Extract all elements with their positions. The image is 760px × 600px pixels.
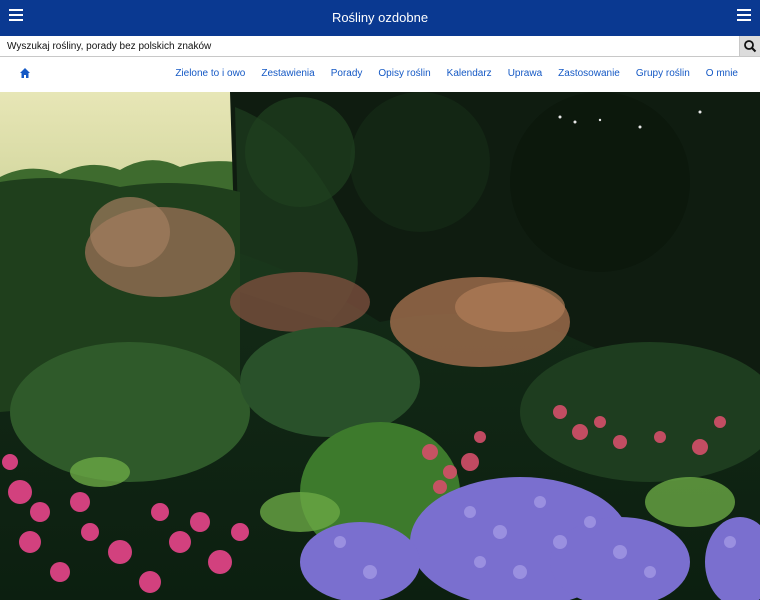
nav-item-opisy-roslin[interactable]: Opisy roślin xyxy=(378,68,430,79)
nav-item-zastosowanie[interactable]: Zastosowanie xyxy=(558,68,620,79)
search-bar xyxy=(0,36,760,57)
hamburger-menu-icon[interactable] xyxy=(737,9,751,21)
nav-item-porady[interactable]: Porady xyxy=(331,68,363,79)
nav-item-o-mnie[interactable]: O mnie xyxy=(706,68,738,79)
nav-item-zestawienia[interactable]: Zestawienia xyxy=(261,68,314,79)
nav-item-kalendarz[interactable]: Kalendarz xyxy=(447,68,492,79)
nav-item-zielone[interactable]: Zielone to i owo xyxy=(175,68,245,79)
hero-garden-image xyxy=(0,92,760,600)
search-input[interactable] xyxy=(0,36,739,56)
search-button[interactable] xyxy=(739,36,760,56)
nav-item-grupy-roslin[interactable]: Grupy roślin xyxy=(636,68,690,79)
garden-photo xyxy=(0,92,760,600)
site-title[interactable]: Rośliny ozdobne xyxy=(0,10,760,25)
nav-menu: Zielone to i owo Zestawienia Porady Opis… xyxy=(159,68,738,79)
home-icon[interactable] xyxy=(19,67,31,79)
top-bar: Rośliny ozdobne xyxy=(0,0,760,36)
main-navigation: Zielone to i owo Zestawienia Porady Opis… xyxy=(0,57,760,92)
search-icon xyxy=(744,40,757,53)
nav-item-uprawa[interactable]: Uprawa xyxy=(508,68,542,79)
